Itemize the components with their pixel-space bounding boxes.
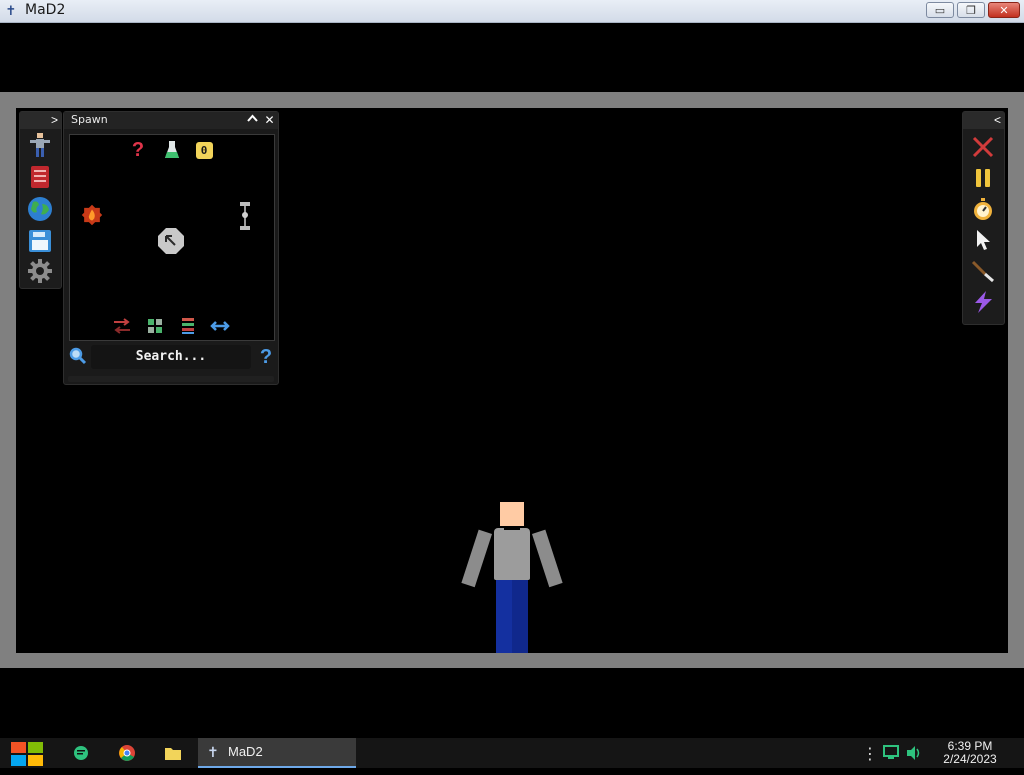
taskbar: ✝ MaD2 ⋮ 6:39 PM 2/24/2023 bbox=[0, 738, 1024, 768]
taskbar-app-label: MaD2 bbox=[228, 744, 263, 759]
ragdoll-right-arm[interactable] bbox=[532, 529, 563, 588]
counter-zero-item-icon[interactable]: 0 bbox=[193, 139, 215, 161]
right-toolbar: < bbox=[962, 111, 1005, 325]
volume-icon[interactable] bbox=[905, 745, 923, 775]
spawn-panel: Spawn ✕ ? 0 Search... ? bbox=[63, 111, 279, 385]
spawn-arrow-item-icon[interactable] bbox=[157, 227, 185, 255]
search-icon[interactable] bbox=[68, 347, 88, 367]
restore-button[interactable]: ❐ bbox=[957, 2, 985, 18]
pin-connector-item-icon[interactable] bbox=[234, 202, 256, 230]
ragdoll-left-leg[interactable] bbox=[496, 580, 512, 653]
right-toolbar-header: < bbox=[963, 112, 1004, 129]
ragdoll-head[interactable] bbox=[500, 502, 524, 526]
book-icon[interactable] bbox=[27, 164, 53, 190]
window-title: MaD2 bbox=[25, 2, 66, 18]
overflow-dots-icon[interactable]: ⋮ bbox=[862, 744, 878, 774]
fire-item-icon[interactable] bbox=[81, 204, 103, 226]
question-mark-item-icon[interactable]: ? bbox=[127, 139, 149, 161]
file-explorer-icon[interactable] bbox=[162, 742, 184, 764]
expand-chevron-icon[interactable]: > bbox=[51, 112, 58, 129]
list-filter-icon[interactable] bbox=[177, 315, 199, 337]
chrome-icon[interactable] bbox=[116, 742, 138, 764]
collapse-chevron-icon[interactable] bbox=[245, 113, 260, 128]
collapse-chevron-icon[interactable]: < bbox=[994, 112, 1001, 129]
ragdoll-right-leg[interactable] bbox=[512, 580, 528, 653]
pause-icon[interactable] bbox=[970, 165, 996, 191]
save-disk-icon[interactable] bbox=[27, 228, 53, 254]
ragdoll-tool-icon[interactable] bbox=[27, 132, 53, 158]
taskbar-app-mad2[interactable]: ✝ MaD2 bbox=[198, 738, 356, 768]
settings-gear-icon[interactable] bbox=[27, 258, 53, 284]
search-input[interactable]: Search... bbox=[91, 345, 251, 369]
close-panel-icon[interactable]: ✕ bbox=[262, 113, 277, 128]
globe-icon[interactable] bbox=[27, 196, 53, 222]
clock-date: 2/24/2023 bbox=[943, 752, 997, 766]
network-icon[interactable] bbox=[882, 745, 900, 775]
swap-filter-icon[interactable] bbox=[111, 315, 133, 337]
stopwatch-icon[interactable] bbox=[970, 196, 996, 222]
messaging-app-icon[interactable] bbox=[70, 742, 92, 764]
clear-x-icon[interactable] bbox=[970, 134, 996, 160]
grid-filter-icon[interactable] bbox=[144, 315, 166, 337]
pointer-cursor-icon[interactable] bbox=[970, 227, 996, 253]
flask-item-icon[interactable] bbox=[161, 139, 183, 161]
ragdoll-torso[interactable] bbox=[494, 528, 530, 580]
ragdoll-app-icon: ✝ bbox=[5, 3, 17, 18]
help-question-icon[interactable]: ? bbox=[257, 345, 275, 369]
close-button[interactable]: ✕ bbox=[988, 2, 1020, 18]
spawn-panel-header[interactable]: Spawn ✕ bbox=[64, 112, 278, 129]
resize-filter-icon[interactable] bbox=[209, 315, 231, 337]
search-row: Search... ? bbox=[64, 343, 278, 371]
lightning-icon[interactable] bbox=[970, 289, 996, 315]
left-toolbar: > bbox=[19, 111, 62, 289]
spawn-item-grid: ? 0 bbox=[69, 134, 275, 341]
minimize-button[interactable]: ▭ bbox=[926, 2, 954, 18]
window-titlebar: ✝ MaD2 ▭ ❐ ✕ bbox=[0, 0, 1024, 23]
spawn-panel-resize-handle[interactable] bbox=[68, 376, 274, 382]
ragdoll-app-icon: ✝ bbox=[207, 744, 219, 760]
knife-icon[interactable] bbox=[970, 258, 996, 284]
start-windows-icon[interactable] bbox=[10, 741, 44, 767]
left-toolbar-header: > bbox=[20, 112, 61, 129]
spawn-panel-title: Spawn bbox=[71, 113, 108, 126]
system-clock[interactable]: 6:39 PM 2/24/2023 bbox=[935, 740, 1005, 766]
ragdoll-character[interactable] bbox=[461, 500, 563, 653]
